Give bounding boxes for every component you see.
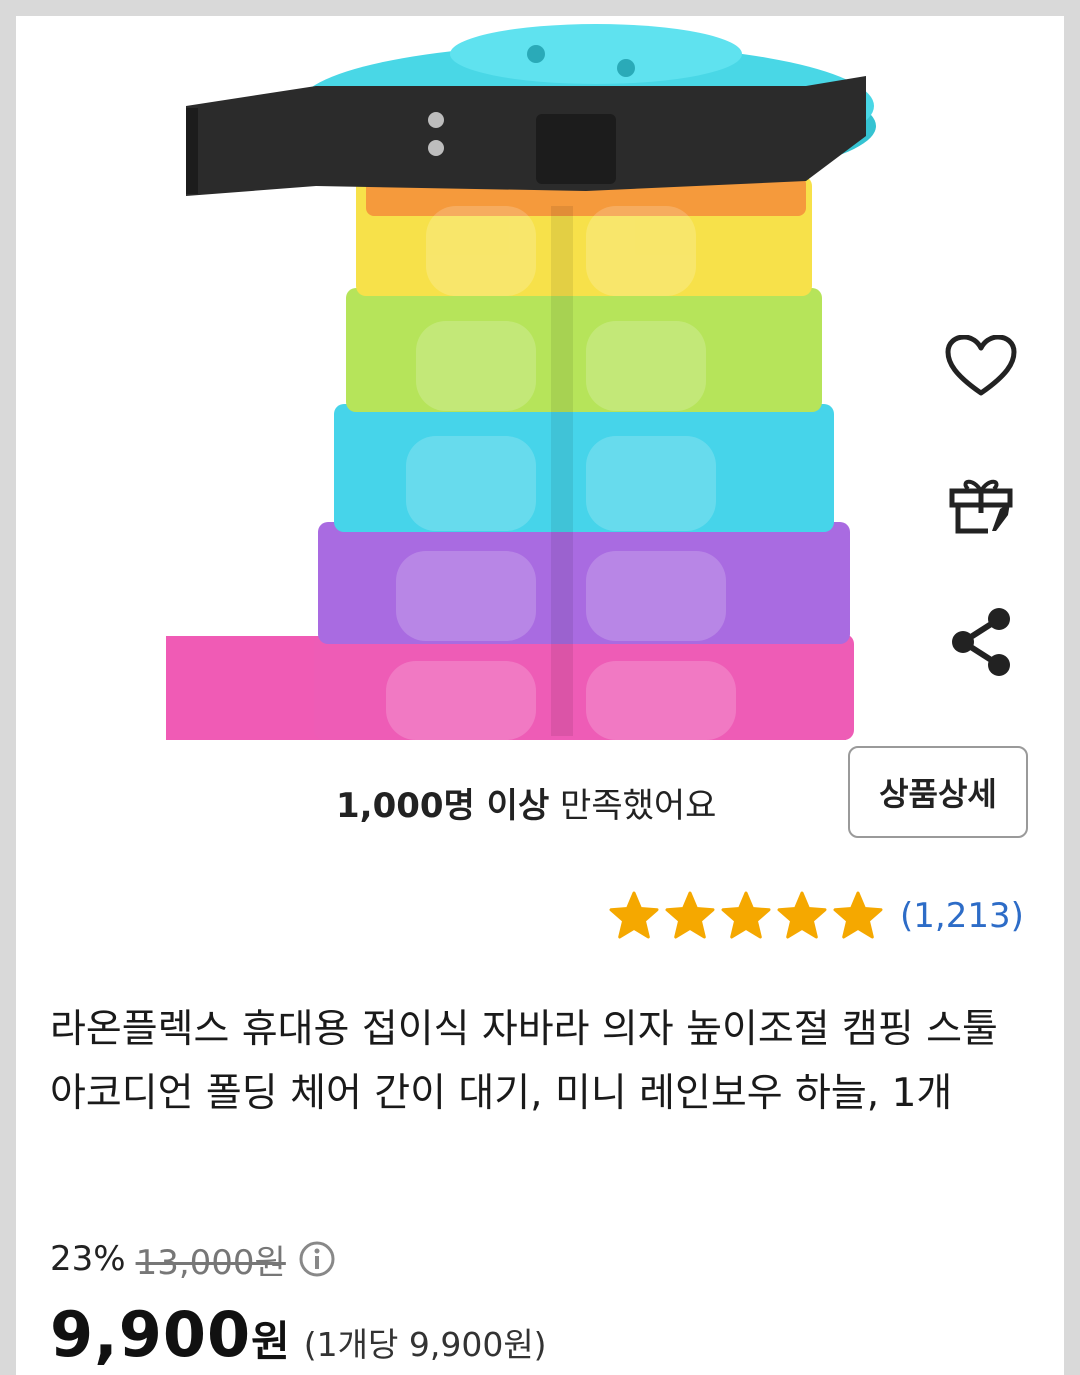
gift-button[interactable]	[941, 464, 1021, 544]
satisfaction-count: 1,000명 이상	[336, 786, 550, 826]
side-actions	[941, 326, 1021, 740]
gift-icon	[949, 479, 1013, 534]
star-icon	[721, 891, 771, 939]
discount-rate: 23%	[50, 1239, 126, 1279]
info-icon[interactable]	[298, 1240, 336, 1278]
satisfaction-text: 1,000명 이상 만족했어요	[336, 776, 716, 836]
unit-price: (1개당 9,900원)	[303, 1325, 547, 1364]
stool-layers	[314, 176, 854, 740]
star-icon	[609, 891, 659, 939]
share-button[interactable]	[941, 602, 1021, 682]
star-icon	[833, 891, 883, 939]
product-card: 1,000명 이상 만족했어요 상품상세 (1,213) 라온플렉스 휴대용 접…	[16, 16, 1064, 1375]
rating-summary[interactable]: (1,213)	[608, 888, 1024, 944]
share-icon	[952, 608, 1010, 676]
heart-icon	[945, 335, 1017, 396]
price-meta: 23% 13,000원	[50, 1234, 336, 1284]
currency-suffix: 원	[251, 1317, 290, 1366]
review-count[interactable]: (1,213)	[900, 896, 1024, 936]
product-title: 라온플렉스 휴대용 접이식 자바라 의자 높이조절 캠핑 스툴 아코디언 폴딩 …	[50, 1007, 998, 1116]
product-image[interactable]	[166, 16, 886, 740]
current-price: 9,900	[50, 1298, 252, 1371]
original-price: 13,000원	[135, 1242, 286, 1283]
star-icon	[777, 891, 827, 939]
product-detail-button[interactable]: 상품상세	[848, 746, 1028, 838]
star-icon	[665, 891, 715, 939]
price-main: 9,900 원 (1개당 9,900원)	[50, 1298, 547, 1375]
satisfaction-label: 만족했어요	[560, 786, 717, 826]
wishlist-button[interactable]	[941, 326, 1021, 406]
star-rating	[608, 890, 888, 942]
